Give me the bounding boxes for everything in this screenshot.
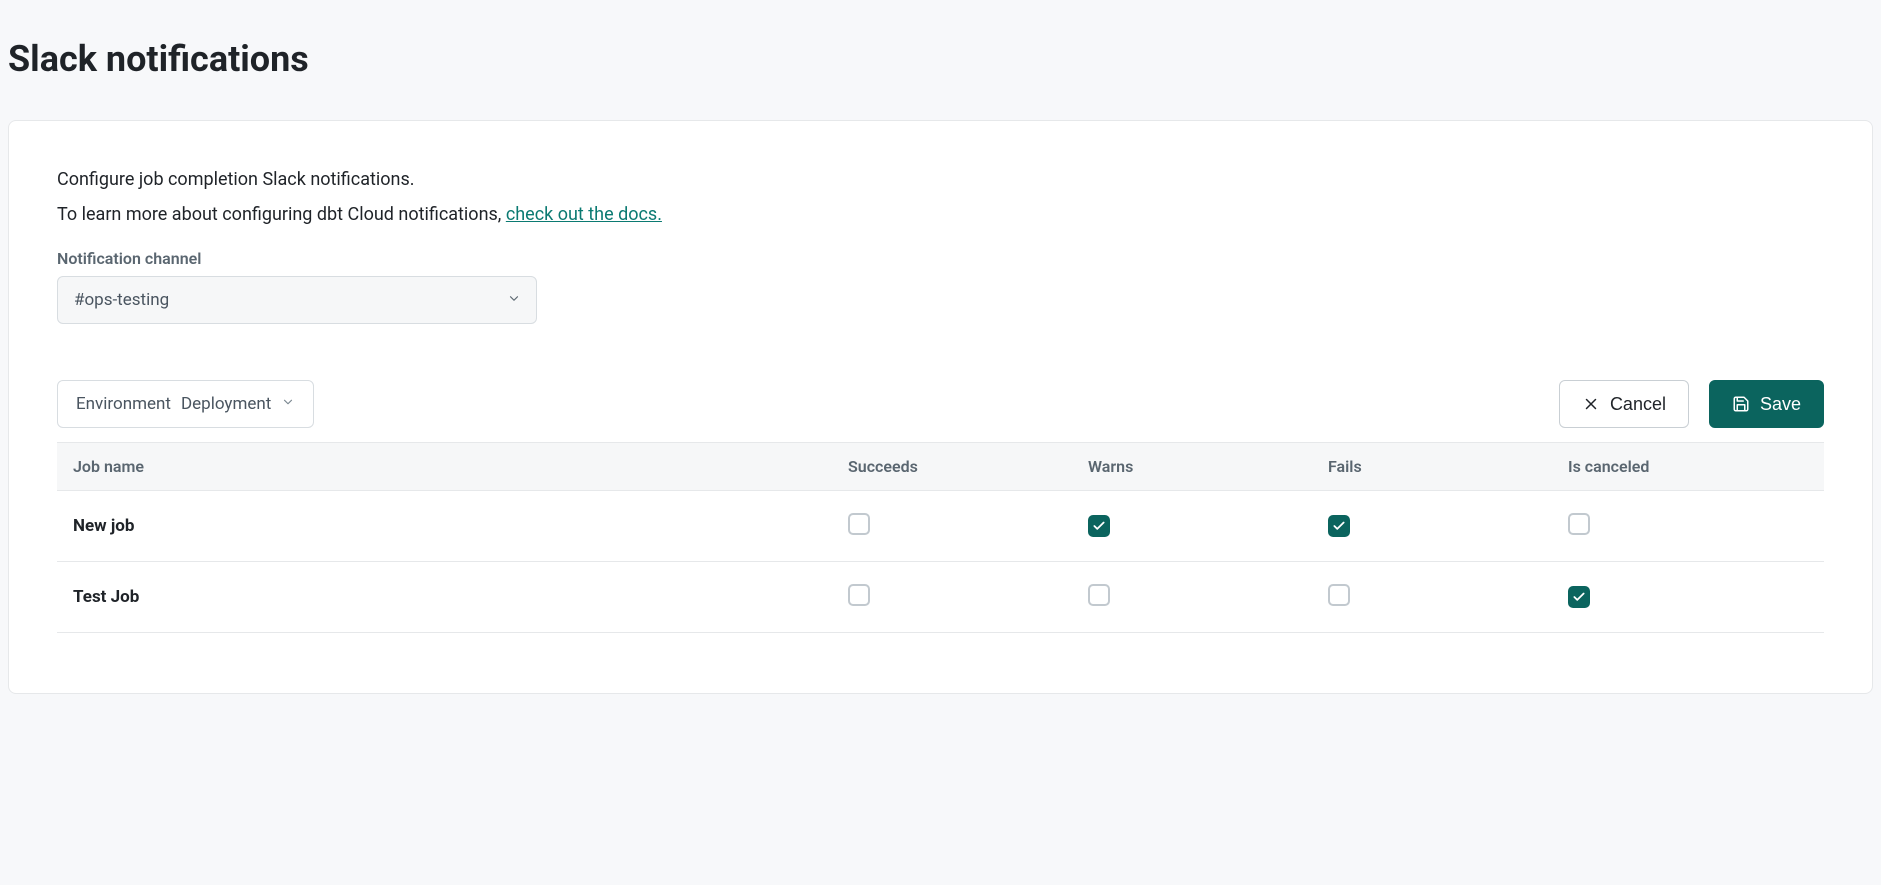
save-icon bbox=[1732, 395, 1750, 413]
checkbox-canceled[interactable] bbox=[1568, 586, 1590, 608]
checkbox-succeeds[interactable] bbox=[848, 513, 870, 535]
environment-filter[interactable]: Environment Deployment bbox=[57, 380, 314, 428]
page-title: Slack notifications bbox=[8, 38, 1873, 80]
settings-card: Configure job completion Slack notificat… bbox=[8, 120, 1873, 694]
environment-filter-label: Environment bbox=[76, 394, 171, 414]
save-button[interactable]: Save bbox=[1709, 380, 1824, 428]
channel-label: Notification channel bbox=[57, 249, 1824, 268]
checkbox-fails[interactable] bbox=[1328, 515, 1350, 537]
environment-filter-value: Deployment bbox=[181, 394, 271, 414]
table-header-row: Job name Succeeds Warns Fails Is cancele… bbox=[57, 442, 1824, 491]
cancel-button-label: Cancel bbox=[1610, 394, 1666, 415]
checkbox-warns[interactable] bbox=[1088, 584, 1110, 606]
col-header-fails: Fails bbox=[1328, 457, 1568, 476]
save-button-label: Save bbox=[1760, 394, 1801, 415]
docs-link[interactable]: check out the docs. bbox=[506, 204, 662, 225]
cancel-button[interactable]: Cancel bbox=[1559, 380, 1689, 428]
table-row: New job bbox=[57, 491, 1824, 562]
table-row: Test Job bbox=[57, 562, 1824, 633]
chevron-down-icon bbox=[281, 394, 295, 414]
channel-select[interactable]: #ops-testing bbox=[57, 276, 537, 324]
channel-value: #ops-testing bbox=[74, 290, 169, 310]
checkbox-fails[interactable] bbox=[1328, 584, 1350, 606]
col-header-name: Job name bbox=[73, 457, 848, 476]
jobs-table: Job name Succeeds Warns Fails Is cancele… bbox=[57, 442, 1824, 633]
col-header-succeeds: Succeeds bbox=[848, 457, 1088, 476]
job-name-cell: New job bbox=[73, 516, 848, 536]
col-header-canceled: Is canceled bbox=[1568, 457, 1808, 476]
description-line-2-prefix: To learn more about configuring dbt Clou… bbox=[57, 204, 506, 225]
close-icon bbox=[1582, 395, 1600, 413]
job-name-cell: Test Job bbox=[73, 587, 848, 607]
description-line-1: Configure job completion Slack notificat… bbox=[57, 169, 1824, 190]
checkbox-canceled[interactable] bbox=[1568, 513, 1590, 535]
description-line-2: To learn more about configuring dbt Clou… bbox=[57, 204, 1824, 225]
checkbox-succeeds[interactable] bbox=[848, 584, 870, 606]
col-header-warns: Warns bbox=[1088, 457, 1328, 476]
checkbox-warns[interactable] bbox=[1088, 515, 1110, 537]
